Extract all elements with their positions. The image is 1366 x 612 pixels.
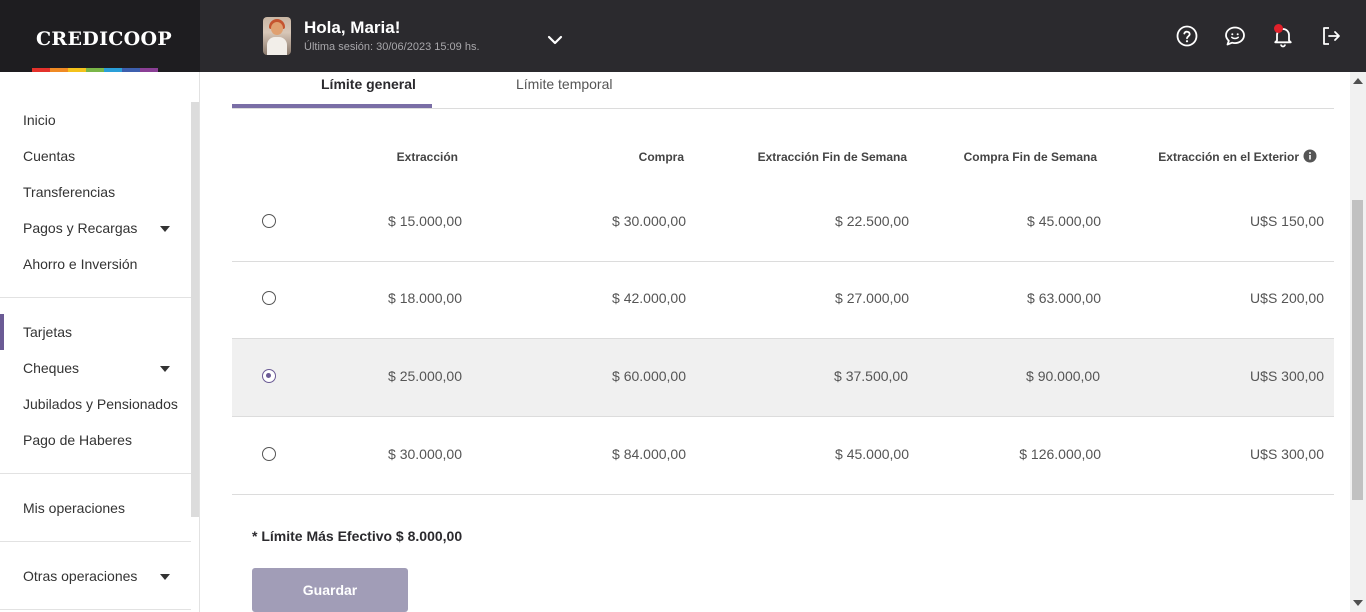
avatar[interactable] [263,17,291,55]
active-item-indicator [0,314,4,350]
col-header-compra-fin-semana: Compra Fin de Semana [963,150,1097,164]
info-icon[interactable] [1303,149,1317,163]
table-row[interactable]: $ 15.000,00 $ 30.000,00 $ 22.500,00 $ 45… [232,185,1334,262]
cell-extraccion-fin-semana: $ 27.000,00 [835,290,909,306]
logo: CREDICOOP [36,28,172,50]
chevron-down-icon[interactable] [545,33,565,49]
scroll-down-arrow-icon[interactable] [1353,600,1363,606]
main-scrollbar-thumb[interactable] [1352,200,1363,500]
top-bar: CREDICOOP Hola, Maria! Última sesión: 30… [0,0,1366,72]
caret-down-icon[interactable] [160,226,170,232]
sidebar-item-otras-operaciones[interactable]: Otras operaciones [23,568,137,584]
sidebar-divider [0,541,191,542]
cell-extraccion-fin-semana: $ 22.500,00 [835,213,909,229]
caret-down-icon[interactable] [160,574,170,580]
active-tab-underline [232,104,432,108]
table-row[interactable]: $ 30.000,00 $ 84.000,00 $ 45.000,00 $ 12… [232,417,1334,495]
logo-area[interactable]: CREDICOOP [0,0,200,72]
cell-compra: $ 60.000,00 [612,368,686,384]
sidebar-item-tarjetas[interactable]: Tarjetas [23,324,72,340]
main-content: Límite general Límite temporal Extracció… [200,72,1350,612]
scroll-up-arrow-icon[interactable] [1353,78,1363,84]
col-header-compra: Compra [638,150,684,164]
sidebar-divider [0,473,191,474]
save-button[interactable]: Guardar [252,568,408,612]
sidebar-item-pago-haberes[interactable]: Pago de Haberes [23,432,132,448]
col-header-extraccion-exterior: Extracción en el Exterior [1158,150,1299,164]
sidebar-item-transferencias[interactable]: Transferencias [23,184,115,200]
cell-extraccion: $ 25.000,00 [388,368,462,384]
limit-option-radio-checked[interactable] [262,369,276,383]
table-row-selected[interactable]: $ 25.000,00 $ 60.000,00 $ 37.500,00 $ 90… [232,339,1334,417]
sidebar: Inicio Cuentas Transferencias Pagos y Re… [0,72,200,612]
last-session-text: Última sesión: 30/06/2023 15:09 hs. [304,41,480,53]
col-header-extraccion: Extracción [396,150,458,164]
notification-badge [1274,24,1283,33]
limit-tabs: Límite general Límite temporal [232,72,1334,109]
limit-option-radio[interactable] [262,214,276,228]
sidebar-item-ahorro-inversion[interactable]: Ahorro e Inversión [23,256,137,272]
cell-compra-fin-semana: $ 45.000,00 [1027,213,1101,229]
cell-compra-fin-semana: $ 126.000,00 [1019,446,1101,462]
cell-compra: $ 84.000,00 [612,446,686,462]
sidebar-divider [0,297,191,298]
cell-extraccion: $ 18.000,00 [388,290,462,306]
cell-compra: $ 30.000,00 [612,213,686,229]
chat-icon[interactable] [1223,24,1247,48]
col-header-extraccion-fin-semana: Extracción Fin de Semana [757,150,907,164]
sidebar-item-inicio[interactable]: Inicio [23,112,56,128]
cell-extraccion-exterior: U$S 300,00 [1250,446,1324,462]
cell-extraccion: $ 15.000,00 [388,213,462,229]
sidebar-item-mis-operaciones[interactable]: Mis operaciones [23,500,125,516]
user-greeting: Hola, Maria! [304,18,401,37]
sidebar-scrollbar[interactable] [191,102,199,517]
cash-limit-footnote: * Límite Más Efectivo $ 8.000,00 [252,528,463,544]
sidebar-item-cuentas[interactable]: Cuentas [23,148,75,164]
sidebar-item-pagos-recargas[interactable]: Pagos y Recargas [23,220,137,236]
cell-extraccion-fin-semana: $ 37.500,00 [834,368,908,384]
sidebar-divider [0,609,191,610]
sidebar-item-cheques[interactable]: Cheques [23,360,79,376]
table-row[interactable]: $ 18.000,00 $ 42.000,00 $ 27.000,00 $ 63… [232,262,1334,339]
cell-extraccion: $ 30.000,00 [388,446,462,462]
cell-extraccion-exterior: U$S 200,00 [1250,290,1324,306]
limit-option-radio[interactable] [262,447,276,461]
logout-icon[interactable] [1319,24,1343,48]
cell-extraccion-fin-semana: $ 45.000,00 [835,446,909,462]
cell-extraccion-exterior: U$S 300,00 [1250,368,1324,384]
sidebar-item-jubilados[interactable]: Jubilados y Pensionados [23,396,178,412]
cell-compra-fin-semana: $ 63.000,00 [1027,290,1101,306]
cell-compra: $ 42.000,00 [612,290,686,306]
limit-option-radio[interactable] [262,291,276,305]
tab-limite-general[interactable]: Límite general [321,76,416,92]
cell-compra-fin-semana: $ 90.000,00 [1026,368,1100,384]
tab-limite-temporal[interactable]: Límite temporal [516,76,612,92]
help-icon[interactable] [1175,24,1199,48]
caret-down-icon[interactable] [160,366,170,372]
cell-extraccion-exterior: U$S 150,00 [1250,213,1324,229]
